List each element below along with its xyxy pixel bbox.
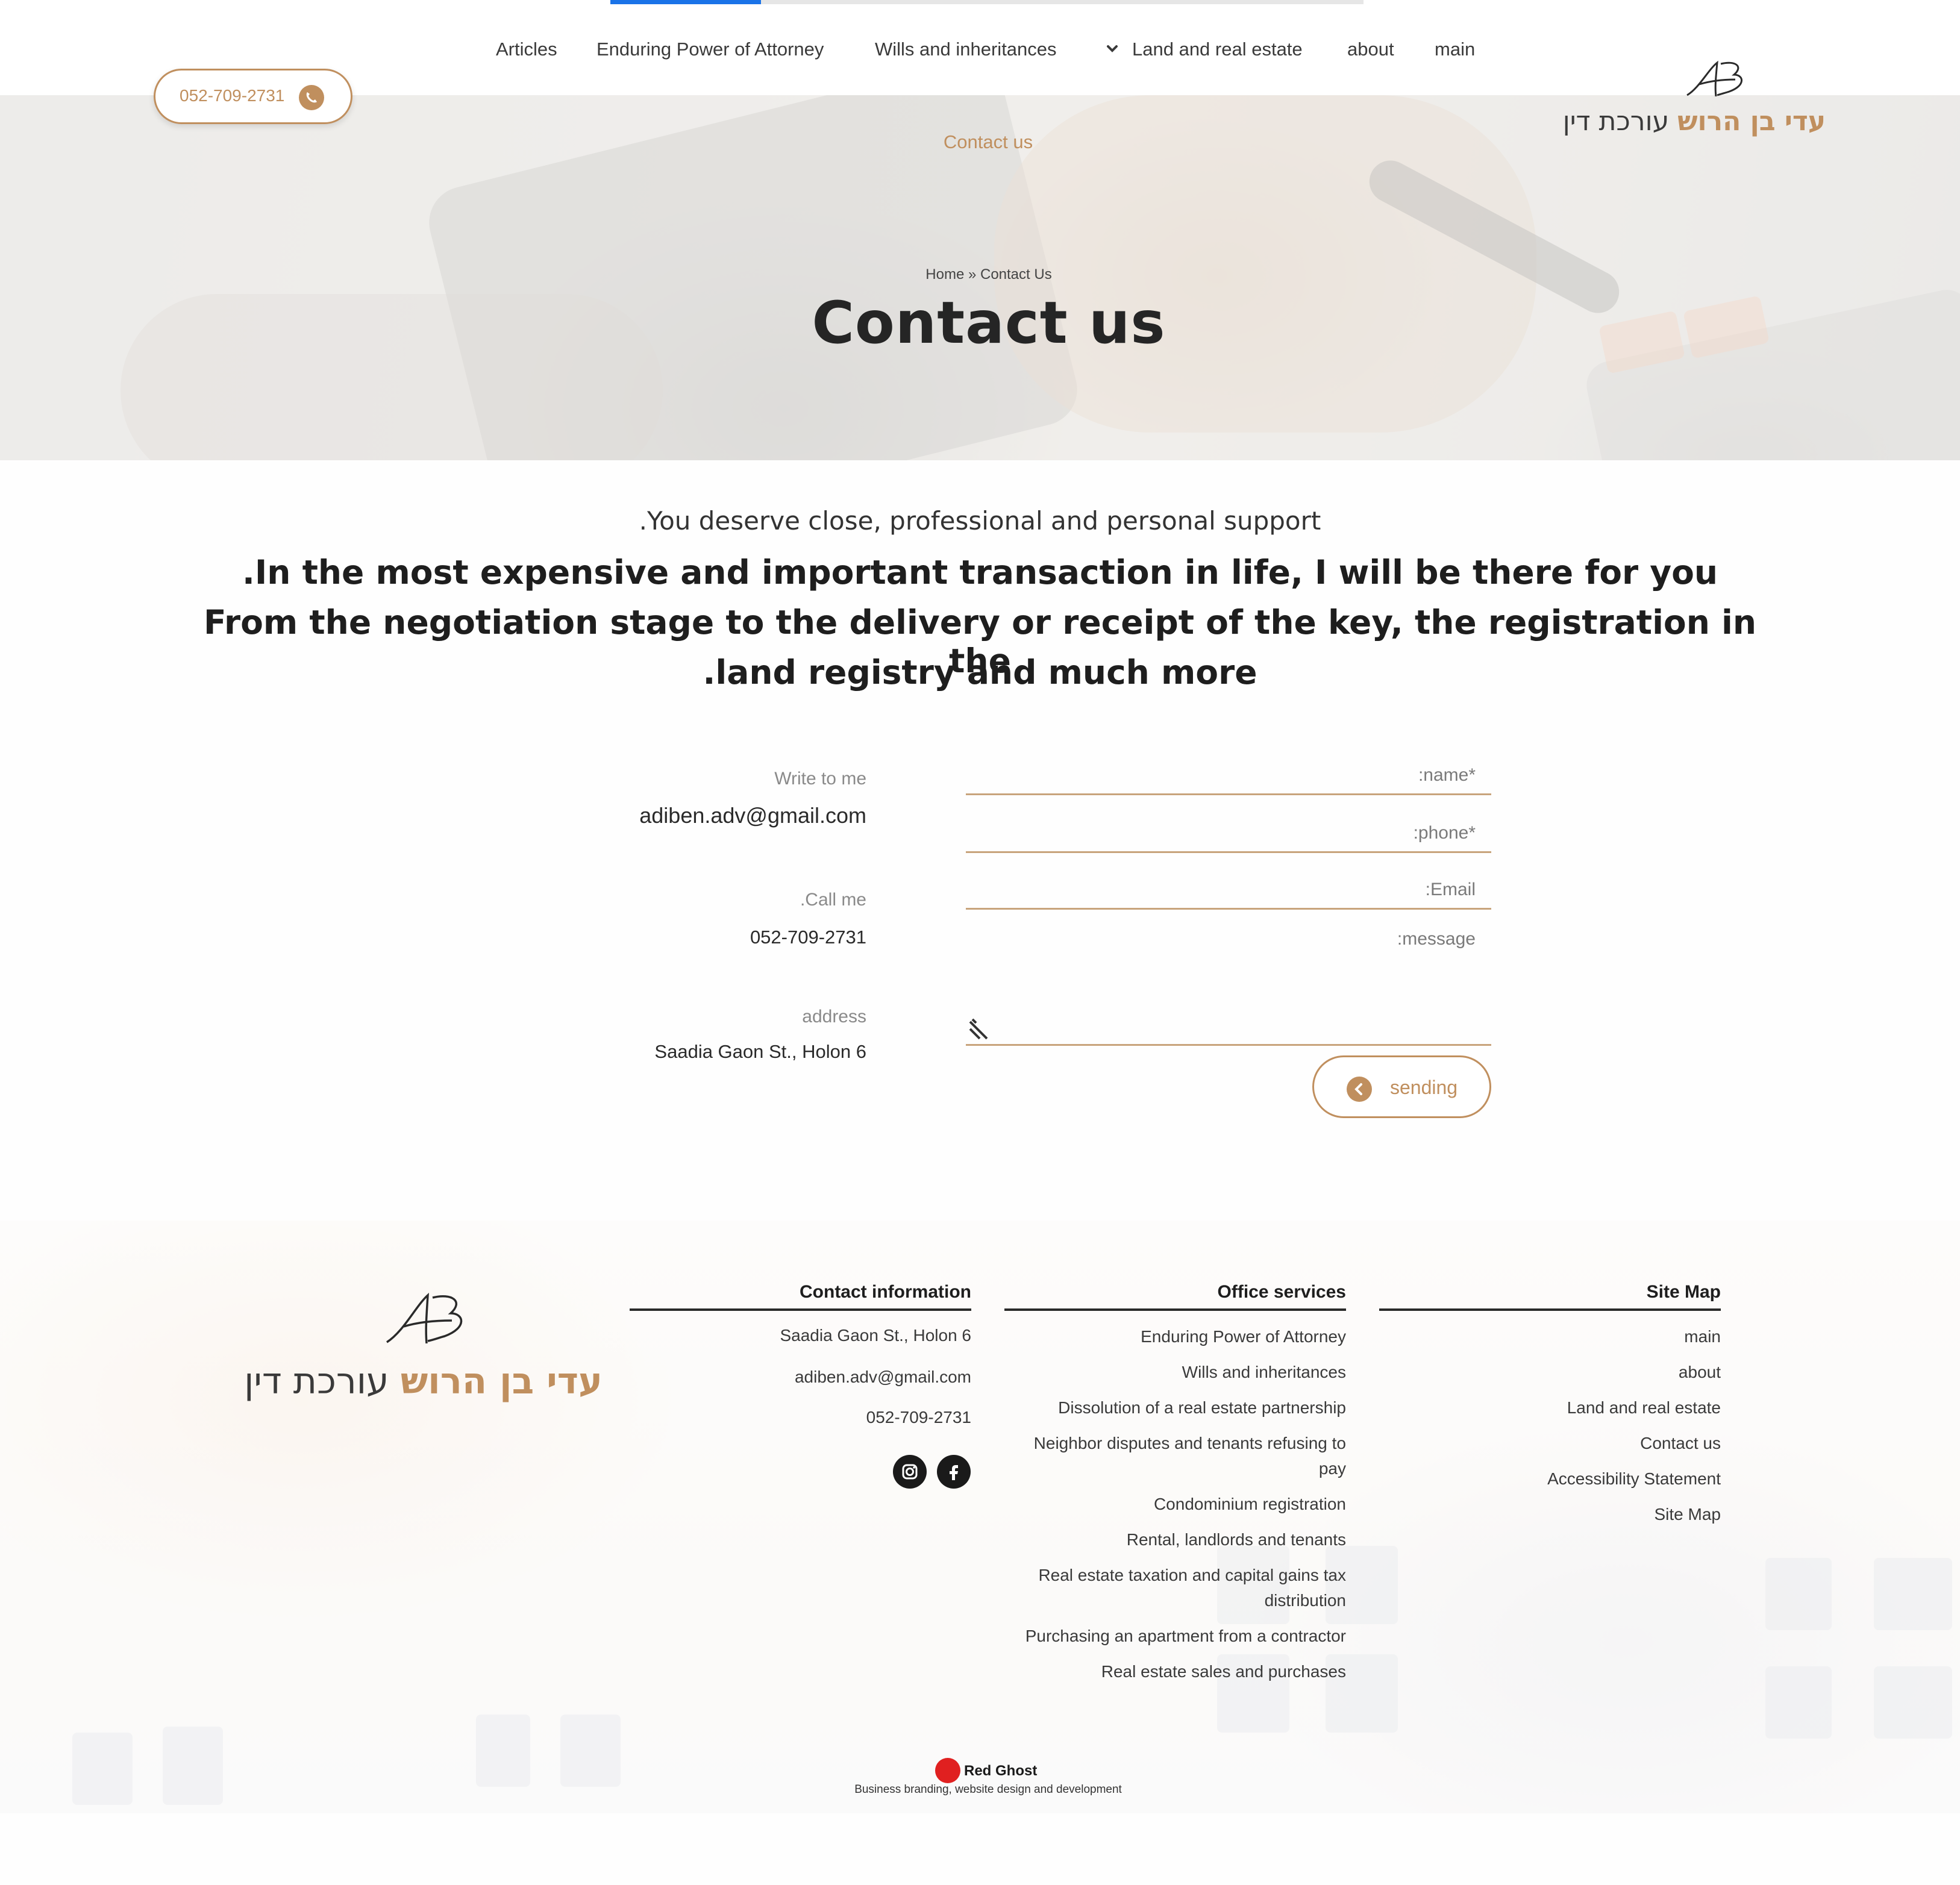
footer-email[interactable]: adiben.adv@gmail.com — [795, 1365, 971, 1390]
intro-line-1: .In the most expensive and important tra… — [242, 553, 1718, 592]
sitemap-link-contact-us[interactable]: Contact us — [1379, 1431, 1721, 1456]
header-logo[interactable]: עדי בן הרוש עורכת דין — [1563, 58, 1826, 142]
chevron-left-icon — [1347, 1077, 1372, 1102]
nav-land-and-real-estate[interactable]: Land and real estate — [1132, 37, 1303, 61]
email-field — [966, 861, 1491, 910]
service-link[interactable]: Condominium registration — [1009, 1492, 1346, 1517]
sitemap-link-accessibility-statement[interactable]: Accessibility Statement — [1379, 1466, 1721, 1492]
call-me-label: .Call me — [800, 890, 866, 910]
nav-enduring-power-of-attorney[interactable]: Enduring Power of Attorney — [596, 37, 824, 61]
service-link[interactable]: Neighbor disputes and tenants refusing t… — [1009, 1431, 1346, 1481]
address-label: address — [802, 1007, 866, 1027]
chevron-down-icon[interactable] — [1103, 40, 1121, 58]
name-input[interactable] — [966, 747, 1491, 793]
logo-title: עורכת דין — [244, 1360, 389, 1402]
service-link[interactable]: Purchasing an apartment from a contracto… — [1009, 1624, 1346, 1649]
facebook-icon[interactable] — [937, 1455, 971, 1489]
service-link[interactable]: Real estate sales and purchases — [1009, 1659, 1346, 1684]
nav-main[interactable]: main — [1435, 37, 1475, 61]
message-field — [966, 919, 1491, 1046]
footer-sitemap-divider — [1379, 1308, 1721, 1311]
service-link[interactable]: Real estate taxation and capital gains t… — [1009, 1563, 1346, 1613]
contact-address: Saadia Gaon St., Holon 6 — [654, 1041, 866, 1062]
send-button-label: sending — [1390, 1077, 1458, 1098]
email-input[interactable] — [966, 861, 1491, 908]
logo-monogram — [1681, 58, 1753, 106]
write-to-me-label: Write to me — [774, 769, 866, 789]
footer-contact-title: Contact information — [800, 1282, 971, 1302]
service-link[interactable]: Rental, landlords and tenants — [1009, 1527, 1346, 1552]
red-ghost-logo-icon[interactable] — [935, 1758, 960, 1783]
footer-sitemap-list: main about Land and real estate Contact … — [1379, 1324, 1721, 1537]
footer-services-list: Enduring Power of Attorney Wills and inh… — [1009, 1324, 1346, 1695]
logo-name: עדי בן הרוש — [1677, 106, 1826, 137]
logo-name: עדי בן הרוש — [400, 1360, 603, 1402]
sitemap-link-about[interactable]: about — [1379, 1360, 1721, 1385]
footer-logo[interactable]: עדי בן הרוש עורכת דין — [241, 1289, 603, 1422]
footer-services-divider — [1004, 1308, 1346, 1311]
intro-line-3: .land registry and much more — [703, 653, 1257, 692]
footer-sitemap-title: Site Map — [1646, 1282, 1721, 1302]
phone-input[interactable] — [966, 805, 1491, 851]
logo-title: עורכת דין — [1562, 106, 1670, 137]
header-phone-number: 052-709-2731 — [180, 86, 285, 105]
sitemap-link-main[interactable]: main — [1379, 1324, 1721, 1349]
footer-address: Saadia Gaon St., Holon 6 — [780, 1326, 971, 1345]
nav-about[interactable]: about — [1347, 37, 1394, 61]
logo-monogram — [380, 1289, 476, 1355]
nav-wills-and-inheritances[interactable]: Wills and inheritances — [875, 37, 1057, 61]
sitemap-link-land-and-real-estate[interactable]: Land and real estate — [1379, 1395, 1721, 1421]
credit-tagline: Business branding, website design and de… — [854, 1783, 1122, 1796]
breadcrumb[interactable]: Home » Contact Us — [859, 266, 1118, 283]
resize-grip-icon[interactable] — [968, 1017, 992, 1041]
message-textarea[interactable] — [966, 919, 1491, 1044]
header-phone-button[interactable]: 052-709-2731 — [154, 69, 352, 124]
service-link[interactable]: Wills and inheritances — [1009, 1360, 1346, 1385]
footer-services-title: Office services — [1217, 1282, 1346, 1302]
phone-icon — [299, 85, 324, 110]
footer-contact-divider — [630, 1308, 971, 1311]
intro-subtitle: .You deserve close, professional and per… — [639, 506, 1321, 536]
sitemap-link-site-map[interactable]: Site Map — [1379, 1502, 1721, 1527]
hero-contact-link[interactable]: Contact us — [910, 131, 1066, 153]
footer-phone[interactable]: 052-709-2731 — [866, 1405, 971, 1430]
credit-brand[interactable]: Red Ghost — [964, 1763, 1037, 1780]
name-field — [966, 747, 1491, 795]
phone-field — [966, 805, 1491, 853]
service-link[interactable]: Enduring Power of Attorney — [1009, 1324, 1346, 1349]
instagram-icon[interactable] — [893, 1455, 927, 1489]
service-link[interactable]: Dissolution of a real estate partnership — [1009, 1395, 1346, 1421]
scroll-progress-bar — [610, 0, 761, 4]
send-button[interactable]: sending — [1312, 1055, 1491, 1118]
page-title: Contact us — [812, 289, 1166, 357]
nav-articles[interactable]: Articles — [496, 37, 557, 61]
contact-phone[interactable]: 052-709-2731 — [750, 927, 866, 948]
contact-email[interactable]: adiben.adv@gmail.com — [639, 803, 866, 828]
